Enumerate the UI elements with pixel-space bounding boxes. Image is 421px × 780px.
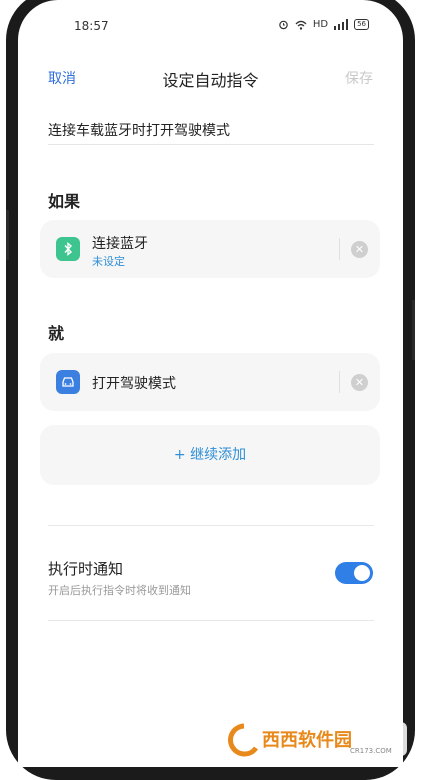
action-label: 打开驾驶模式 [92, 376, 176, 392]
if-section-title: 如果 [48, 192, 81, 211]
watermark-text: 西西软件园 [262, 729, 352, 751]
cancel-button[interactable]: 取消 [48, 68, 76, 88]
command-name-input[interactable] [48, 116, 374, 145]
watermark-logo: 西西软件园 CR173.COM [222, 720, 407, 758]
condition-card[interactable]: 连接蓝牙 未设定 ✕ [40, 220, 380, 278]
phone-side-button-left [6, 210, 9, 260]
notify-toggle[interactable] [335, 562, 373, 584]
notify-subtitle: 开启后执行指令时将收到通知 [48, 584, 191, 597]
alarm-icon [279, 20, 288, 30]
remove-condition-icon[interactable]: ✕ [351, 241, 368, 258]
add-action-label: + 继续添加 [173, 447, 247, 463]
add-action-button[interactable]: + 继续添加 [40, 425, 380, 485]
signal-icon [334, 19, 349, 30]
condition-status: 未设定 [92, 255, 125, 268]
remove-action-icon[interactable]: ✕ [351, 374, 368, 391]
save-button[interactable]: 保存 [345, 68, 373, 88]
divider-bottom [48, 620, 374, 621]
toggle-knob [354, 565, 370, 581]
action-card[interactable]: 打开驾驶模式 ✕ [40, 353, 380, 411]
condition-divider [339, 238, 340, 260]
status-icons: HD 56 [278, 19, 369, 30]
divider-top [48, 525, 374, 526]
battery-icon: 56 [354, 19, 369, 30]
car-icon [56, 370, 80, 394]
wifi-icon [295, 20, 307, 30]
notify-title: 执行时通知 [48, 560, 124, 578]
bluetooth-icon [56, 237, 80, 261]
then-section-title: 就 [48, 324, 65, 343]
network-type-label: HD [312, 19, 329, 30]
action-divider [339, 371, 340, 393]
status-time: 18:57 [74, 19, 109, 33]
top-bar: 设定自动指令 取消 保存 [18, 64, 403, 92]
watermark-subtext: CR173.COM [350, 747, 392, 755]
phone-side-button-right [412, 300, 415, 360]
status-bar: 18:57 HD 56 [18, 14, 403, 38]
phone-screen: 18:57 HD 56 设定自动指令 取消 保存 连接车载蓝牙时打开驾驶模式 如… [18, 0, 403, 767]
condition-label: 连接蓝牙 [92, 236, 148, 252]
